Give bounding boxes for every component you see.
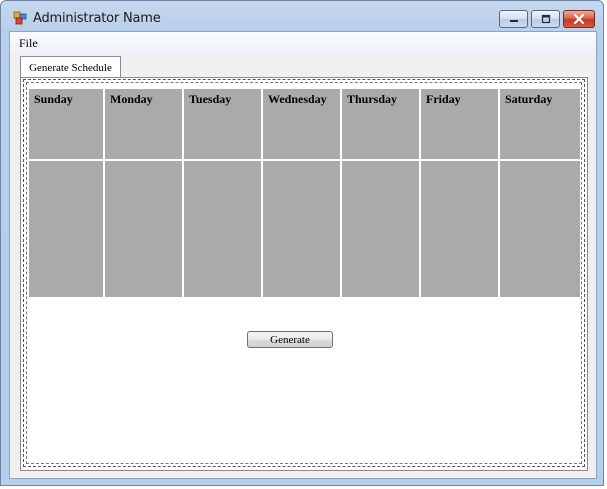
day-label-sunday: Sunday [34,92,73,106]
schedule-cell-saturday[interactable] [500,161,580,297]
day-label-monday: Monday [110,92,153,106]
schedule-cell-friday[interactable] [421,161,500,297]
client-area: File Generate Schedule Sunday Monday Tue… [9,31,597,479]
schedule-cell-tuesday[interactable] [184,161,263,297]
title-bar[interactable]: Administrator Name [1,1,603,31]
close-icon [573,14,585,24]
menu-bar: File [10,32,596,54]
schedule-cell-wednesday[interactable] [263,161,342,297]
minimize-icon [509,20,518,22]
generate-button[interactable]: Generate [247,331,333,348]
tab-panel: Sunday Monday Tuesday Wednesday Thursday [20,77,588,471]
close-button[interactable] [563,10,595,28]
main-window: Administrator Name File Generate Schedul… [0,0,604,486]
schedule-cell-sunday[interactable] [29,161,105,297]
window-title: Administrator Name [33,11,161,26]
tab-generate-schedule[interactable]: Generate Schedule [20,56,121,78]
panel-border: Sunday Monday Tuesday Wednesday Thursday [23,79,585,467]
panel-inner-border: Sunday Monday Tuesday Wednesday Thursday [26,82,582,464]
minimize-button[interactable] [499,10,528,28]
restore-icon [541,14,550,24]
maximize-button[interactable] [531,10,560,28]
schedule-cell-monday[interactable] [105,161,184,297]
day-cell-thursday[interactable]: Thursday [342,89,421,161]
day-cell-wednesday[interactable]: Wednesday [263,89,342,161]
schedule-grid: Sunday Monday Tuesday Wednesday Thursday [29,89,580,297]
day-cell-monday[interactable]: Monday [105,89,184,161]
menu-file[interactable]: File [19,36,38,51]
day-label-wednesday: Wednesday [268,92,327,106]
day-cell-tuesday[interactable]: Tuesday [184,89,263,161]
schedule-cell-thursday[interactable] [342,161,421,297]
day-label-friday: Friday [426,92,461,106]
day-cell-sunday[interactable]: Sunday [29,89,105,161]
day-cell-saturday[interactable]: Saturday [500,89,580,161]
day-label-tuesday: Tuesday [189,92,232,106]
app-icon [13,11,27,25]
day-cell-friday[interactable]: Friday [421,89,500,161]
day-label-saturday: Saturday [505,92,553,106]
day-label-thursday: Thursday [347,92,398,106]
